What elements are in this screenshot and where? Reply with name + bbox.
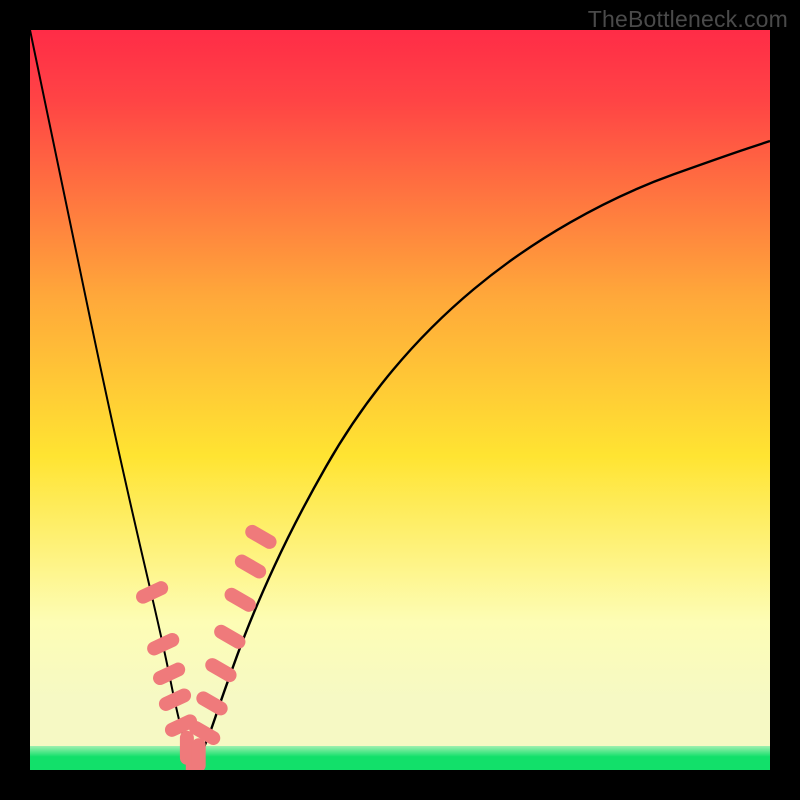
curve-left-branch — [30, 30, 193, 770]
bead-marker — [157, 686, 194, 713]
marker-beads — [134, 522, 279, 770]
watermark-text: TheBottleneck.com — [588, 6, 788, 33]
bead-marker — [192, 738, 206, 770]
bead-marker — [203, 656, 239, 685]
bead-marker — [145, 631, 182, 658]
bead-marker — [222, 585, 258, 614]
plot-area — [30, 30, 770, 770]
curve-layer — [30, 30, 770, 770]
chart-stage: TheBottleneck.com — [0, 0, 800, 800]
bead-marker — [212, 622, 248, 651]
bead-marker — [232, 552, 268, 581]
bead-marker — [134, 579, 171, 606]
bead-marker — [151, 660, 188, 687]
bead-marker — [243, 522, 279, 551]
curve-right-branch — [193, 141, 770, 770]
